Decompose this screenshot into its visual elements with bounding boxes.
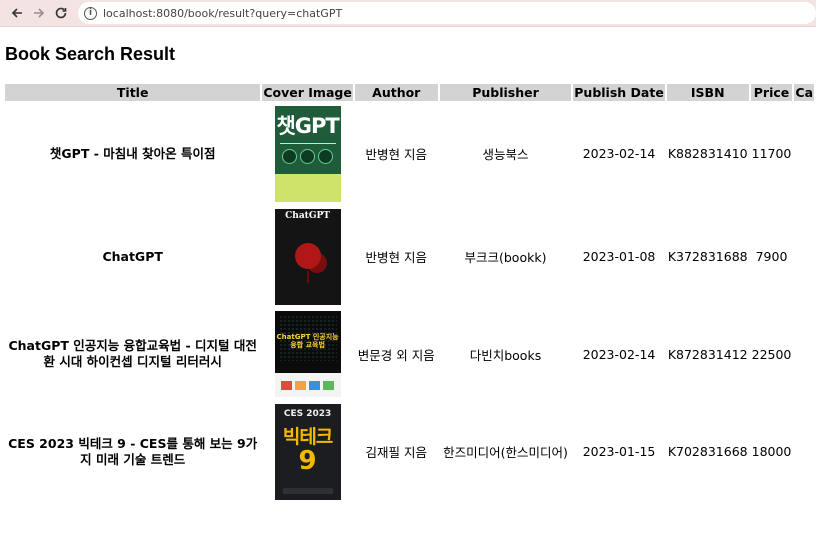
book-publisher: 부크크(bookk) — [464, 250, 547, 265]
cover-title-text: ChatGPT 인공지능 융합 교육법 — [276, 333, 339, 349]
table-row: ChatGPT ChatGPT 반병현 지음 부크크(bookk) 2023-0… — [5, 206, 814, 307]
book-author: 반병현 지음 — [365, 147, 427, 162]
book-isbn: K702831668 — [667, 444, 748, 459]
arrow-right-icon[interactable] — [28, 2, 50, 24]
book-category — [794, 309, 814, 399]
book-price: 18000 — [751, 444, 792, 459]
header-price: Price — [750, 84, 793, 101]
browser-toolbar: i localhost:8080/book/result?query=chatG… — [0, 0, 816, 27]
cover-cell: ChatGPT — [262, 206, 352, 307]
cover-number-text: 9 — [298, 445, 317, 476]
book-isbn: K882831410 — [667, 146, 748, 161]
page-title: Book Search Result — [5, 44, 176, 64]
table-row: 챗GPT - 마침내 찾아온 특이점 챗GPT 반병현 지음 생능북스 2023… — [5, 103, 814, 204]
book-publisher: 다빈치books — [469, 347, 542, 363]
book-price: 7900 — [755, 249, 788, 264]
cover-image: CES 2023 빅테크 9 — [274, 403, 341, 500]
cover-title-text: CES 2023 — [283, 408, 332, 419]
book-publish-date: 2023-01-08 — [582, 249, 656, 264]
book-price: 22500 — [751, 346, 792, 362]
cover-title-text: ChatGPT — [285, 210, 330, 221]
cover-title-text: 챗GPT — [276, 113, 339, 138]
info-icon[interactable]: i — [84, 6, 97, 20]
cover-cell: CES 2023 빅테크 9 — [262, 401, 352, 502]
book-publisher: 생능북스 — [482, 147, 529, 162]
book-isbn: K372831688 — [667, 249, 748, 264]
header-title: Title — [5, 84, 261, 101]
reload-icon[interactable] — [50, 2, 72, 24]
book-title: ChatGPT — [102, 248, 163, 264]
book-author: 김재필 지음 — [365, 445, 427, 460]
header-cover: Cover Image — [262, 84, 353, 101]
book-title: CES 2023 빅테크 9 - CES를 통해 보는 9가지 미래 기술 트렌… — [8, 435, 258, 467]
arrow-left-icon[interactable] — [6, 2, 28, 24]
table-row: ChatGPT 인공지능 융합교육법 - 디지털 대전환 시대 하이컨셉 디지털… — [5, 309, 814, 399]
header-publish-date: Publish Date — [573, 84, 665, 101]
results-table: Title Cover Image Author Publisher Publi… — [3, 82, 816, 504]
book-category — [794, 401, 814, 502]
book-author: 반병현 지음 — [365, 250, 427, 265]
cover-cell: 챗GPT — [262, 103, 352, 204]
book-title: 챗GPT - 마침내 찾아온 특이점 — [49, 145, 216, 161]
book-author: 변문경 외 지음 — [357, 347, 435, 363]
cover-image: ChatGPT — [274, 208, 341, 305]
book-isbn: K872831412 — [667, 346, 748, 362]
table-row: CES 2023 빅테크 9 - CES를 통해 보는 9가지 미래 기술 트렌… — [5, 401, 814, 502]
header-author: Author — [354, 84, 438, 101]
header-isbn: ISBN — [666, 84, 749, 101]
address-bar[interactable]: i localhost:8080/book/result?query=chatG… — [78, 2, 816, 24]
cover-cell: ChatGPT 인공지능 융합 교육법 — [262, 309, 352, 399]
book-publish-date: 2023-01-15 — [582, 444, 656, 459]
book-price: 11700 — [751, 146, 792, 161]
book-title: ChatGPT 인공지능 융합교육법 - 디지털 대전환 시대 하이컨셉 디지털… — [8, 338, 257, 369]
cover-image: ChatGPT 인공지능 융합 교육법 — [274, 311, 341, 397]
book-category — [794, 103, 814, 204]
cover-image: 챗GPT — [274, 105, 341, 202]
cover-big-text: 빅테크 — [282, 425, 333, 448]
header-category: Ca — [794, 84, 814, 101]
book-publish-date: 2023-02-14 — [582, 146, 656, 161]
url-text: localhost:8080/book/result?query=chatGPT — [103, 6, 343, 20]
header-publisher: Publisher — [439, 84, 572, 101]
book-publisher: 한즈미디어(한스미디어) — [443, 445, 568, 460]
book-category — [794, 206, 814, 307]
book-publish-date: 2023-02-14 — [582, 346, 656, 362]
header-row: Title Cover Image Author Publisher Publi… — [5, 84, 814, 101]
